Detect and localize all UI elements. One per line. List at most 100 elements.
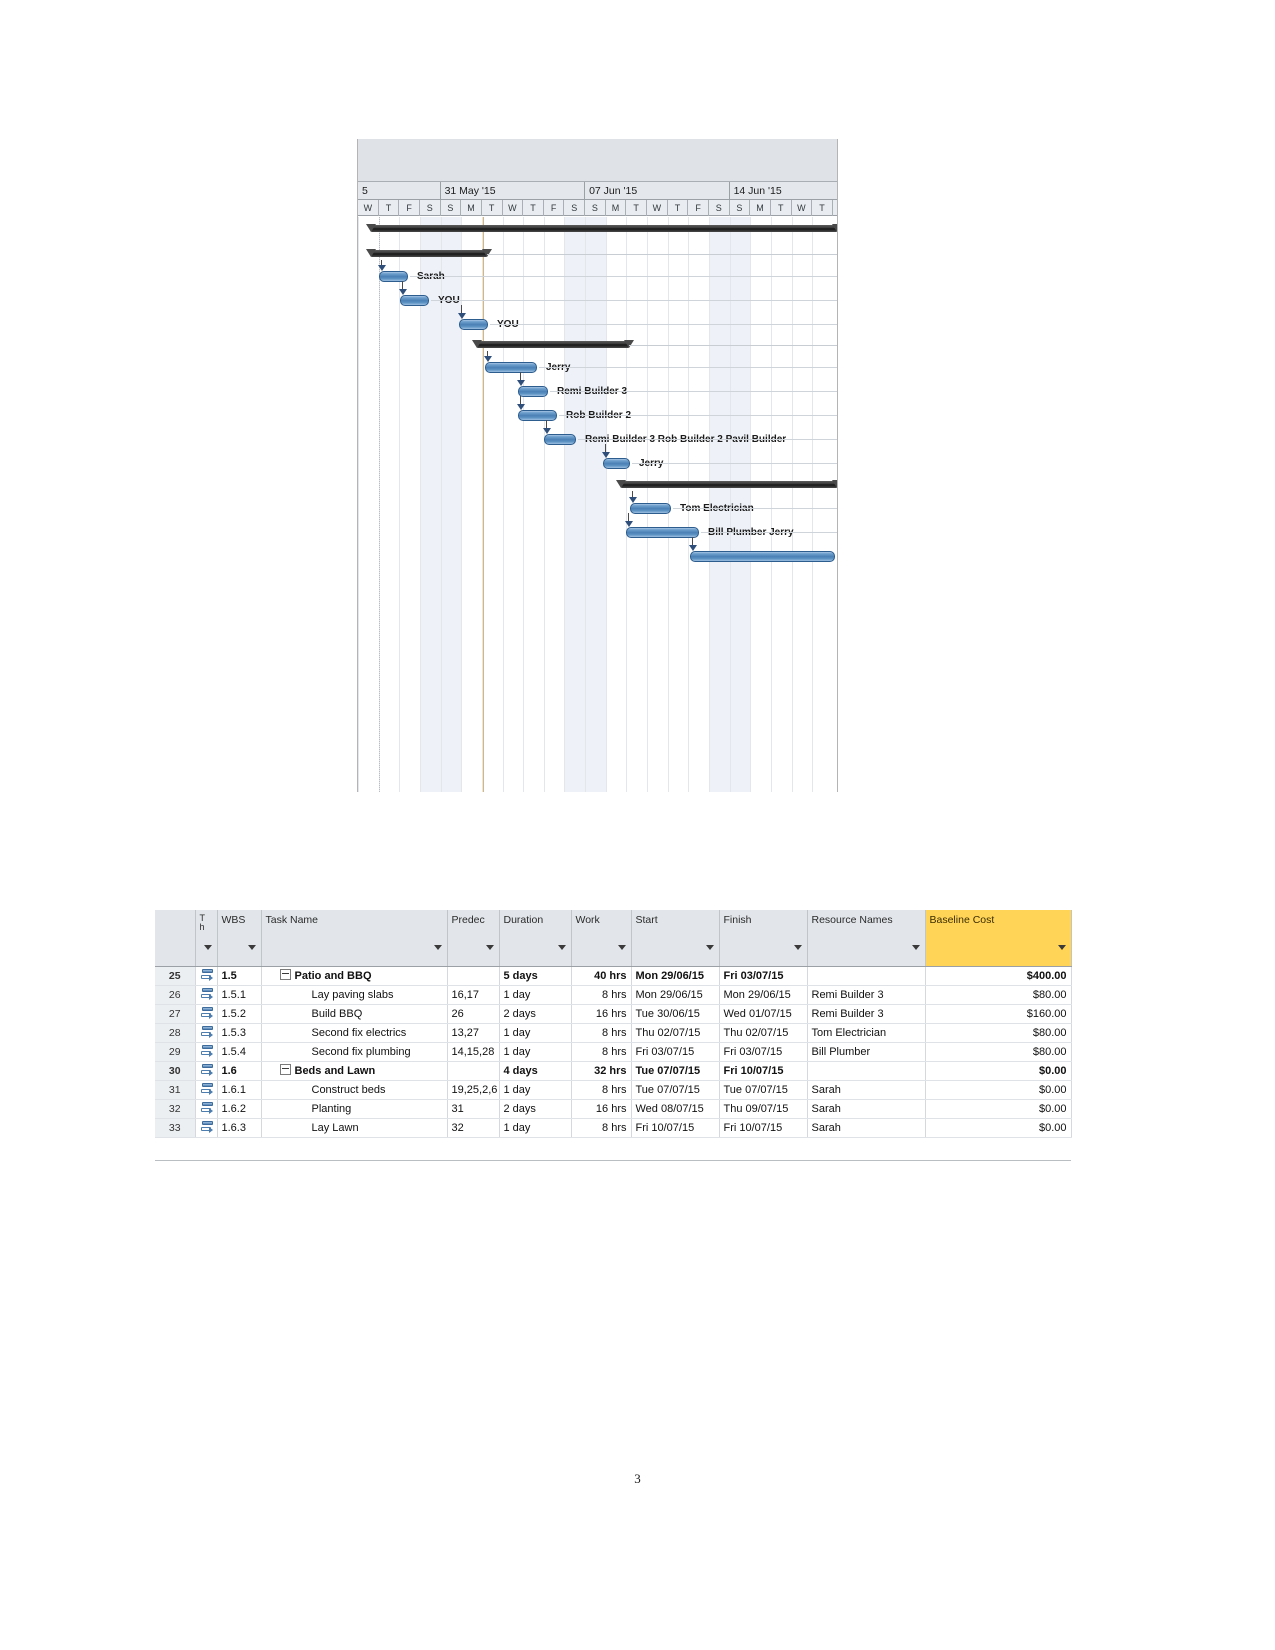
col-header-baseline-cost[interactable]: Baseline Cost [925, 910, 1072, 967]
task-bar-sarah[interactable] [379, 271, 408, 282]
cell-resource-names[interactable]: Bill Plumber [807, 1042, 926, 1062]
cell-task-name[interactable]: Beds and Lawn [261, 1061, 448, 1081]
cell-finish[interactable]: Tue 07/07/15 [719, 1080, 808, 1100]
cell-wbs[interactable]: 1.6.1 [217, 1080, 262, 1100]
cell-work[interactable]: 16 hrs [571, 1099, 632, 1119]
cell-resource-names[interactable] [807, 1061, 926, 1081]
cell-start[interactable]: Fri 10/07/15 [631, 1118, 720, 1138]
row-indicator-cell[interactable] [195, 1023, 218, 1043]
cell-start[interactable]: Tue 30/06/15 [631, 1004, 720, 1024]
cell-task-name[interactable]: Build BBQ [261, 1004, 448, 1024]
cell-duration[interactable]: 1 day [499, 1042, 572, 1062]
table-row[interactable]: 25 1.5 Patio and BBQ 5 days 40 hrs Mon 29/06/… [155, 966, 1072, 986]
project-summary-bar[interactable] [371, 225, 837, 232]
collapse-toggle-icon[interactable] [279, 969, 291, 981]
table-row[interactable]: 29 1.5.4 Second fix plumbing 14,15,28 1 day 8… [155, 1042, 1072, 1062]
cell-baseline-cost[interactable]: $0.00 [925, 1099, 1072, 1119]
row-indicator-cell[interactable] [195, 985, 218, 1005]
table-row[interactable]: 27 1.5.2 Build BBQ 26 2 days 16 hrs Tue 30/06/… [155, 1004, 1072, 1024]
cell-task-name[interactable]: Patio and BBQ [261, 966, 448, 986]
table-row[interactable]: 28 1.5.3 Second fix electrics 13,27 1 day 8 h… [155, 1023, 1072, 1043]
task-bar-pavil-builder[interactable] [544, 434, 576, 445]
cell-finish[interactable]: Fri 03/07/15 [719, 966, 808, 986]
cell-task-name[interactable]: Construct beds [261, 1080, 448, 1100]
cell-resource-names[interactable]: Sarah [807, 1080, 926, 1100]
row-number-cell[interactable]: 27 [155, 1004, 196, 1024]
cell-resource-names[interactable] [807, 966, 926, 986]
task-bar-bill-plumber-jerry[interactable] [626, 527, 699, 538]
phase-summary-bar-2[interactable] [477, 341, 629, 348]
cell-start[interactable]: Wed 08/07/15 [631, 1099, 720, 1119]
table-row[interactable]: 32 1.6.2 Planting 31 2 days 16 hrs Wed 08/07/1… [155, 1099, 1072, 1119]
row-number-cell[interactable]: 26 [155, 985, 196, 1005]
cell-resource-names[interactable]: Remi Builder 3 [807, 985, 926, 1005]
cell-wbs[interactable]: 1.6.3 [217, 1118, 262, 1138]
cell-work[interactable]: 8 hrs [571, 985, 632, 1005]
cell-finish[interactable]: Thu 09/07/15 [719, 1099, 808, 1119]
table-row[interactable]: 31 1.6.1 Construct beds 19,25,2,6 1 day 8 hrs… [155, 1080, 1072, 1100]
cell-task-name[interactable]: Second fix electrics [261, 1023, 448, 1043]
cell-wbs[interactable]: 1.5 [217, 966, 262, 986]
cell-resource-names[interactable]: Sarah [807, 1099, 926, 1119]
cell-finish[interactable]: Wed 01/07/15 [719, 1004, 808, 1024]
row-indicator-cell[interactable] [195, 1118, 218, 1138]
task-bar-rob-builder-2[interactable] [518, 410, 557, 421]
row-number-cell[interactable]: 25 [155, 966, 196, 986]
cell-start[interactable]: Mon 29/06/15 [631, 966, 720, 986]
cell-finish[interactable]: Mon 29/06/15 [719, 985, 808, 1005]
cell-resource-names[interactable]: Tom Electrician [807, 1023, 926, 1043]
cell-start[interactable]: Mon 29/06/15 [631, 985, 720, 1005]
cell-baseline-cost[interactable]: $80.00 [925, 1023, 1072, 1043]
row-number-cell[interactable]: 30 [155, 1061, 196, 1081]
cell-baseline-cost[interactable]: $80.00 [925, 985, 1072, 1005]
col-header-resource-names[interactable]: Resource Names [807, 910, 926, 967]
table-row[interactable]: 33 1.6.3 Lay Lawn 32 1 day 8 hrs Fri 10/07/15 F… [155, 1118, 1072, 1138]
cell-work[interactable]: 16 hrs [571, 1004, 632, 1024]
cell-predecessors[interactable] [447, 966, 500, 986]
gantt-day-header-row[interactable]: WTFSSMTWTFSSMTWTFSSMTWT [358, 200, 837, 216]
col-header-duration[interactable]: Duration [499, 910, 572, 967]
collapse-toggle-icon[interactable] [279, 1064, 291, 1076]
cell-wbs[interactable]: 1.6.2 [217, 1099, 262, 1119]
row-number-cell[interactable]: 33 [155, 1118, 196, 1138]
row-number-cell[interactable]: 31 [155, 1080, 196, 1100]
chevron-down-icon[interactable] [793, 944, 802, 950]
cell-finish[interactable]: Thu 02/07/15 [719, 1023, 808, 1043]
cell-wbs[interactable]: 1.6 [217, 1061, 262, 1081]
row-indicator-cell[interactable] [195, 966, 218, 986]
task-bar-tom-electrician[interactable] [630, 503, 671, 514]
cell-task-name[interactable]: Lay paving slabs [261, 985, 448, 1005]
cell-baseline-cost[interactable]: $400.00 [925, 966, 1072, 986]
cell-work[interactable]: 8 hrs [571, 1118, 632, 1138]
cell-task-name[interactable]: Planting [261, 1099, 448, 1119]
cell-work[interactable]: 8 hrs [571, 1042, 632, 1062]
task-bar-remi-builder-3[interactable] [518, 386, 548, 397]
cell-baseline-cost[interactable]: $0.00 [925, 1080, 1072, 1100]
table-body[interactable]: 25 1.5 Patio and BBQ 5 days 40 hrs Mon 29/06/… [155, 966, 1072, 1138]
cell-baseline-cost[interactable]: $0.00 [925, 1118, 1072, 1138]
cell-finish[interactable]: Fri 03/07/15 [719, 1042, 808, 1062]
chevron-down-icon[interactable] [247, 944, 256, 950]
cell-task-name[interactable]: Lay Lawn [261, 1118, 448, 1138]
phase-summary-bar-1[interactable] [371, 250, 487, 257]
table-row[interactable]: 26 1.5.1 Lay paving slabs 16,17 1 day 8 hrs Mo… [155, 985, 1072, 1005]
chevron-down-icon[interactable] [557, 944, 566, 950]
cell-duration[interactable]: 1 day [499, 1118, 572, 1138]
chevron-down-icon[interactable] [1057, 944, 1066, 950]
table-row[interactable]: 30 1.6 Beds and Lawn 4 days 32 hrs Tue 07/07/… [155, 1061, 1072, 1081]
col-header-task-name[interactable]: Task Name [261, 910, 448, 967]
chevron-down-icon[interactable] [485, 944, 494, 950]
cell-work[interactable]: 8 hrs [571, 1023, 632, 1043]
cell-resource-names[interactable]: Sarah [807, 1118, 926, 1138]
cell-wbs[interactable]: 1.5.3 [217, 1023, 262, 1043]
row-indicator-cell[interactable] [195, 1004, 218, 1024]
chevron-down-icon[interactable] [705, 944, 714, 950]
cell-duration[interactable]: 4 days [499, 1061, 572, 1081]
cell-resource-names[interactable]: Remi Builder 3 [807, 1004, 926, 1024]
cell-duration[interactable]: 5 days [499, 966, 572, 986]
task-bar-you-1[interactable] [400, 295, 429, 306]
cell-baseline-cost[interactable]: $160.00 [925, 1004, 1072, 1024]
row-indicator-cell[interactable] [195, 1099, 218, 1119]
col-header-predecessors[interactable]: Predec [447, 910, 500, 967]
row-number-cell[interactable]: 28 [155, 1023, 196, 1043]
